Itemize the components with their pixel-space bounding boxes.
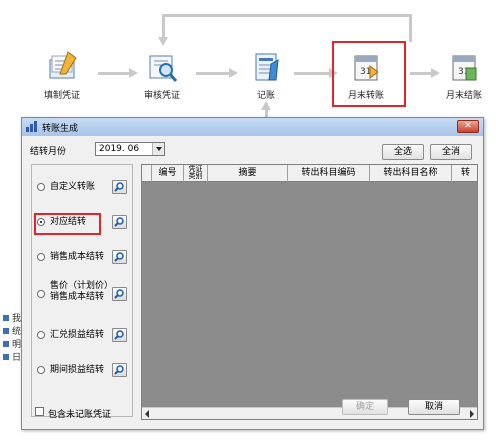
cancel-button[interactable]: 取消 [408, 399, 460, 415]
connector-4 [410, 72, 432, 75]
flow-node-voucher-entry[interactable]: 填制凭证 [34, 50, 90, 101]
transfer-generate-dialog: 转账生成 ✕ 结转月份 2019. 06 全选 全消 自定义转账 对应结转 销售… [21, 117, 484, 430]
radio-exchange-gain-loss-transfer[interactable]: 汇兑损益结转 [37, 323, 132, 349]
flow-node-month-end-close[interactable]: 31 月末结账 [436, 50, 492, 101]
connector-2-arrow [229, 68, 238, 78]
side-stub-2: 统 [0, 326, 21, 337]
search-icon[interactable] [112, 287, 127, 301]
grid-col-summary[interactable]: 摘要 [208, 165, 288, 182]
month-select[interactable]: 2019. 06 [95, 142, 165, 156]
loop-line-top [163, 14, 411, 17]
grid-header: 编号 凭证 类别 摘要 转出科目编码 转出科目名称 转 [142, 165, 477, 182]
connector-up-arrow [261, 101, 271, 110]
grid-col-number[interactable]: 编号 [152, 165, 184, 182]
flow-node-posting[interactable]: 记账 [238, 50, 294, 101]
highlight-box-corresponding-transfer [34, 213, 101, 235]
side-stub-1: 我 [0, 313, 21, 324]
radio-label-line1: 售价（计划价） [50, 281, 114, 291]
dialog-title: 转账生成 [42, 124, 79, 134]
close-button[interactable]: ✕ [457, 120, 479, 133]
loop-arrow-down [158, 37, 168, 46]
search-icon[interactable] [112, 363, 127, 377]
grid-col-more[interactable]: 转 [452, 165, 479, 182]
posting-icon [255, 53, 279, 81]
radio-sales-cost-transfer[interactable]: 销售成本结转 [37, 245, 132, 271]
connector-1 [98, 72, 130, 75]
month-end-close-icon: 31 [452, 55, 477, 81]
flow-label-posting: 记账 [256, 91, 275, 101]
dialog-titlebar[interactable]: 转账生成 ✕ [22, 118, 483, 136]
grid-col-voucher-type-bottom: 类别 [188, 172, 203, 180]
dialog-app-icon [26, 121, 37, 132]
highlight-box-month-end-transfer [332, 41, 406, 107]
radio-label: 期间损益结转 [50, 365, 105, 375]
search-icon[interactable] [112, 250, 127, 264]
radio-button[interactable] [37, 183, 45, 191]
search-icon[interactable] [112, 328, 127, 342]
radio-custom-transfer[interactable]: 自定义转账 [37, 175, 132, 201]
loop-line-right [409, 14, 412, 42]
flow-label-month-end-close: 月末结账 [445, 91, 482, 101]
voucher-audit-icon [149, 55, 178, 82]
flow-node-voucher-audit[interactable]: 审核凭证 [134, 50, 190, 101]
radio-period-profit-loss-transfer[interactable]: 期间损益结转 [37, 358, 132, 384]
scroll-right-icon[interactable] [470, 410, 474, 418]
grid-col-selector[interactable] [142, 165, 152, 182]
side-stub-3: 明 [0, 339, 21, 350]
confirm-button[interactable]: 确定 [342, 399, 388, 415]
grid-col-voucher-type[interactable]: 凭证 类别 [184, 165, 208, 182]
radio-label: 销售成本结转 [50, 252, 105, 262]
radio-plan-price-sales-cost-transfer[interactable]: 售价（计划价） 销售成本结转 [37, 279, 132, 311]
radio-button[interactable] [37, 253, 45, 261]
radio-label-line2: 销售成本结转 [50, 292, 105, 302]
flow-label-voucher-entry: 填制凭证 [43, 91, 80, 101]
side-stub-4: 日 [0, 352, 21, 363]
voucher-entry-icon [49, 51, 77, 79]
clear-all-button[interactable]: 全消 [430, 144, 472, 160]
radio-button[interactable] [37, 331, 45, 339]
flow-label-voucher-audit: 审核凭证 [143, 91, 180, 101]
grid-col-out-account-name[interactable]: 转出科目名称 [370, 165, 452, 182]
loop-line-left [162, 14, 165, 38]
radio-label: 汇兑损益结转 [50, 330, 105, 340]
close-icon: ✕ [464, 121, 472, 131]
select-all-button[interactable]: 全选 [382, 144, 424, 160]
month-select-value: 2019. 06 [99, 144, 140, 154]
grid-col-out-account-code[interactable]: 转出科目编码 [288, 165, 370, 182]
search-icon[interactable] [112, 180, 127, 194]
chevron-down-icon[interactable] [152, 143, 164, 155]
radio-label: 自定义转账 [50, 182, 96, 192]
month-label: 结转月份 [30, 147, 67, 157]
include-unposted-label: 包含未记账凭证 [48, 410, 112, 420]
scroll-left-icon[interactable] [145, 410, 149, 418]
search-icon[interactable] [112, 215, 127, 229]
transfer-grid[interactable]: 编号 凭证 类别 摘要 转出科目编码 转出科目名称 转 [141, 164, 478, 420]
radio-button[interactable] [37, 290, 45, 298]
connector-3 [294, 72, 330, 75]
transfer-type-panel: 自定义转账 对应结转 销售成本结转 售价（计划价） 销售成本结转 汇兑损益结转 … [31, 164, 133, 417]
connector-2 [196, 72, 230, 75]
include-unposted-checkbox[interactable] [35, 407, 44, 416]
radio-button[interactable] [37, 366, 45, 374]
